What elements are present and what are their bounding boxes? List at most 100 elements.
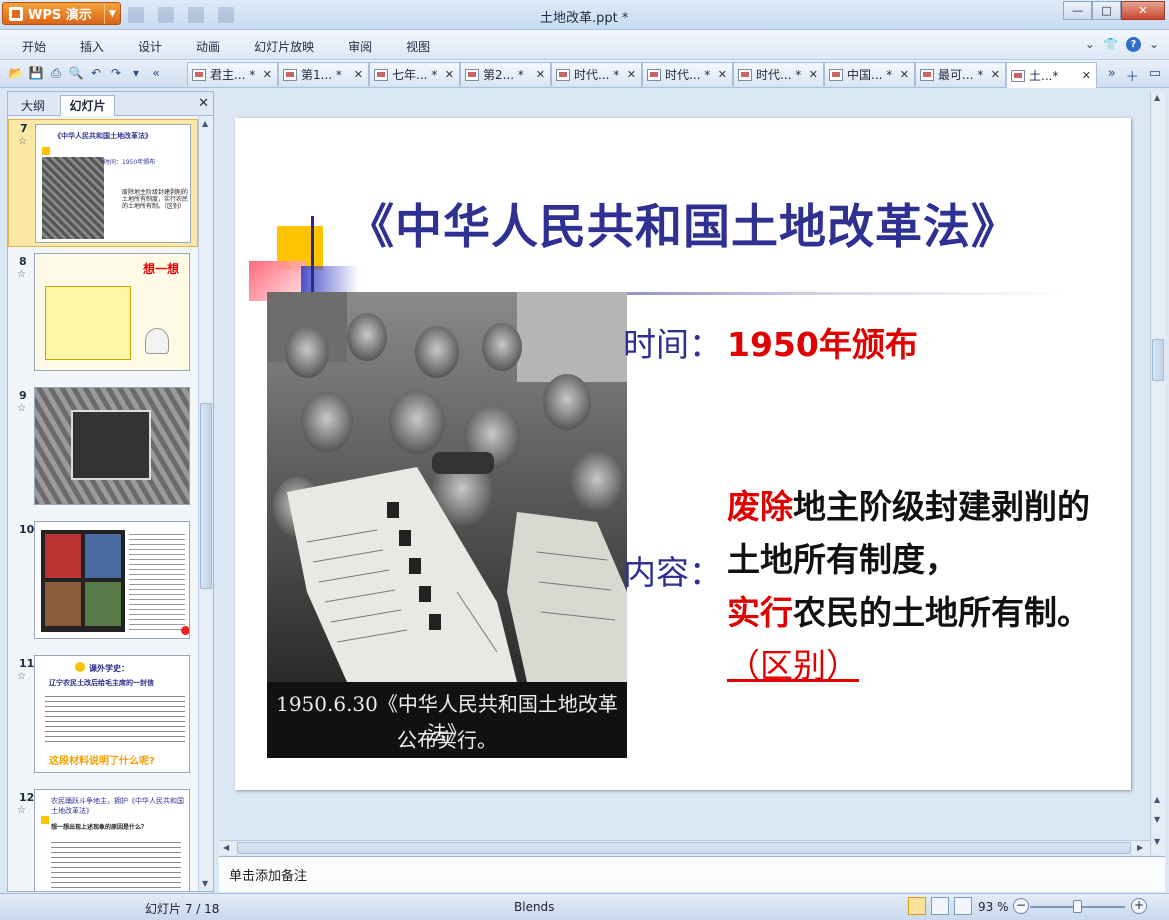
slide-sorter-icon[interactable] xyxy=(931,897,949,915)
wps-app-menu-button[interactable]: WPS 演示 ▼ xyxy=(2,2,121,25)
content-text[interactable]: 废除地主阶级封建剥削的土地所有制度， 实行农民的土地所有制。 （区别） xyxy=(727,480,1099,692)
scrollbar-thumb[interactable] xyxy=(200,403,212,589)
scroll-down-icon[interactable]: ▼ xyxy=(202,879,208,888)
slide-number: 9 xyxy=(19,389,27,402)
menu-view[interactable]: 视图 xyxy=(406,38,430,55)
thumbnail-slide-11[interactable]: 11 ☆ 课外学史： 辽宁农民土改后给毛主席的一封信 这段材料说明了什么呢? xyxy=(8,655,198,783)
normal-view-icon[interactable] xyxy=(908,897,926,915)
quick-tool-icon[interactable] xyxy=(158,7,174,23)
slideshow-play-icon[interactable] xyxy=(954,897,972,915)
close-icon[interactable]: ✕ xyxy=(809,68,818,81)
menu-animation[interactable]: 动画 xyxy=(196,38,220,55)
skin-icon[interactable]: 👕 xyxy=(1103,37,1118,52)
scroll-down-icon[interactable]: ▼ xyxy=(1154,837,1160,846)
scrollbar-thumb[interactable] xyxy=(237,842,1131,854)
document-tab[interactable]: 中国... * ✕ xyxy=(824,62,915,86)
zoom-in-button[interactable]: + xyxy=(1131,898,1147,914)
menu-slideshow[interactable]: 幻灯片放映 xyxy=(254,38,314,55)
thumb-question: 这段材料说明了什么呢? xyxy=(49,756,155,767)
close-icon[interactable]: ✕ xyxy=(445,68,454,81)
presentation-file-icon xyxy=(556,68,570,81)
tab-list-icon[interactable]: ▭ xyxy=(1149,66,1161,85)
tab-slides[interactable]: 幻灯片 xyxy=(60,95,115,116)
difference-link[interactable]: （区别） xyxy=(727,646,859,685)
help-icon[interactable]: ? xyxy=(1125,37,1141,52)
animation-star-icon: ☆ xyxy=(17,671,26,682)
menu-home[interactable]: 开始 xyxy=(22,38,46,55)
undo-icon[interactable]: ↶ xyxy=(88,65,104,81)
scrollbar-thumb[interactable] xyxy=(1152,339,1164,381)
document-tab[interactable]: 最可... * ✕ xyxy=(915,62,1006,86)
quick-tool-icon[interactable] xyxy=(218,7,234,23)
menu-insert[interactable]: 插入 xyxy=(80,38,104,55)
document-tab[interactable]: 君主... * ✕ xyxy=(187,62,278,86)
document-tab[interactable]: 七年... * ✕ xyxy=(369,62,460,86)
open-folder-icon[interactable]: 📂 xyxy=(8,65,24,81)
print-icon[interactable]: ⎙ xyxy=(48,65,64,81)
close-icon[interactable]: ✕ xyxy=(198,96,209,111)
save-icon[interactable]: 💾 xyxy=(28,65,44,81)
menu-review[interactable]: 审阅 xyxy=(348,38,372,55)
chevron-down-icon[interactable]: ⌄ xyxy=(1085,37,1095,52)
historical-photo[interactable]: 1950.6.30《中华人民共和国土地改革法》 公布实行。 xyxy=(267,292,627,758)
pane-tabs: 大纲 幻灯片 ✕ xyxy=(8,92,213,116)
zoom-out-button[interactable]: − xyxy=(1013,898,1029,914)
redo-icon[interactable]: ↷ xyxy=(108,65,124,81)
document-tab[interactable]: 时代... * ✕ xyxy=(551,62,642,86)
print-preview-icon[interactable]: 🔍 xyxy=(68,65,84,81)
chevron-down-icon[interactable]: ▼ xyxy=(104,3,120,24)
document-tab[interactable]: 第2... * ✕ xyxy=(460,62,551,86)
thumb-stamp xyxy=(85,534,121,578)
toolbar-right: » ＋ ▭ xyxy=(1108,66,1161,85)
maximize-button[interactable]: □ xyxy=(1092,1,1121,20)
notes-input[interactable]: 单击添加备注 xyxy=(219,856,1165,892)
current-slide[interactable]: 《中华人民共和国土地改革法》 1950.6.30《中华人民共和国土地改革法》 公… xyxy=(235,118,1131,790)
tab-outline[interactable]: 大纲 xyxy=(12,95,54,116)
slide-horizontal-scrollbar[interactable]: ◀ ▶ xyxy=(219,840,1150,855)
crowd-photo-image xyxy=(267,292,627,682)
close-icon[interactable]: ✕ xyxy=(1082,69,1091,82)
chevron-down-icon[interactable]: ▾ xyxy=(128,65,144,81)
menu-bar: 开始 插入 设计 动画 幻灯片放映 审阅 视图 ⌄ 👕 ? ⌄ xyxy=(0,30,1169,60)
close-icon[interactable]: ✕ xyxy=(718,68,727,81)
quick-tool-icon[interactable] xyxy=(128,7,144,23)
close-button[interactable]: ✕ xyxy=(1121,1,1165,20)
close-icon[interactable]: ✕ xyxy=(991,68,1000,81)
quick-tool-icon[interactable] xyxy=(188,7,204,23)
menu-design[interactable]: 设计 xyxy=(138,38,162,55)
slide-thumbnail xyxy=(34,521,190,639)
presentation-file-icon xyxy=(920,68,934,81)
thumb-text: 时间：1950年颁布 xyxy=(104,159,156,166)
slide-title[interactable]: 《中华人民共和国土地改革法》 xyxy=(347,188,1019,257)
close-icon[interactable]: ✕ xyxy=(627,68,636,81)
document-tab-active[interactable]: 土...* ✕ xyxy=(1006,62,1097,88)
thumbnail-slide-7[interactable]: 7 ☆ 《中华人民共和国土地改革法》 时间：1950年颁布 废除地主阶级封建剥削… xyxy=(8,119,198,247)
tabs-scroll-left-icon[interactable]: « xyxy=(148,65,164,81)
thumbnail-slide-10[interactable]: 10 xyxy=(8,521,198,649)
thumbnail-slide-9[interactable]: 9 ☆ xyxy=(8,387,198,515)
document-tab[interactable]: 时代... * ✕ xyxy=(733,62,824,86)
slide-vertical-scrollbar[interactable]: ▲ ▲ ▼ ▼ xyxy=(1150,91,1165,855)
close-icon[interactable]: ✕ xyxy=(536,68,545,81)
document-tab-label: 七年... * xyxy=(392,68,438,82)
thumbnail-scrollbar[interactable]: ▲ ▼ xyxy=(198,117,213,891)
tabs-scroll-right-icon[interactable]: » xyxy=(1108,66,1116,85)
scroll-left-icon[interactable]: ◀ xyxy=(223,843,229,852)
document-tab[interactable]: 第1... * ✕ xyxy=(278,62,369,86)
scroll-up-icon[interactable]: ▲ xyxy=(202,119,208,128)
close-icon[interactable]: ✕ xyxy=(354,68,363,81)
zoom-slider-handle[interactable] xyxy=(1073,900,1082,913)
scroll-right-icon[interactable]: ▶ xyxy=(1137,843,1143,852)
close-icon[interactable]: ✕ xyxy=(900,68,909,81)
document-tab-label: 时代... * xyxy=(665,68,711,82)
scroll-up-icon[interactable]: ▲ xyxy=(1154,93,1160,102)
thumbnail-slide-8[interactable]: 8 ☆ 想一想 xyxy=(8,253,198,381)
chevron-down-icon[interactable]: ⌄ xyxy=(1149,37,1159,52)
thumbnail-slide-12[interactable]: 12 ☆ 农民踊跃斗争地主，拥护《中华人民共和国土地改革法》 想一想出现上述现象… xyxy=(8,789,198,891)
close-icon[interactable]: ✕ xyxy=(263,68,272,81)
previous-slide-icon[interactable]: ▲ xyxy=(1154,795,1160,804)
new-tab-icon[interactable]: ＋ xyxy=(1126,66,1139,85)
next-slide-icon[interactable]: ▼ xyxy=(1154,815,1160,824)
minimize-button[interactable]: — xyxy=(1063,1,1092,20)
document-tab[interactable]: 时代... * ✕ xyxy=(642,62,733,86)
